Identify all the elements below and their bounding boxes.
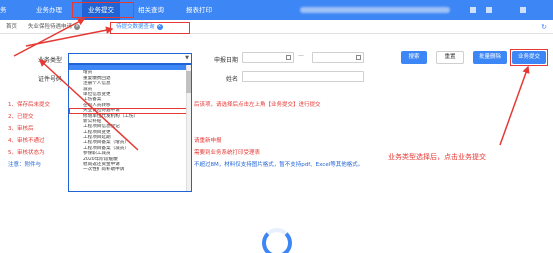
note-4: 4、审核不通过 bbox=[8, 138, 45, 144]
dropdown-option[interactable]: 一次性扩岗补助申请 bbox=[69, 167, 191, 172]
arrow-to-submit bbox=[499, 65, 530, 146]
date-separator: — bbox=[298, 52, 304, 59]
search-button[interactable]: 搜索 bbox=[401, 51, 427, 64]
loading-spinner bbox=[262, 228, 292, 253]
note-5: 5、审核状态为 bbox=[8, 150, 45, 156]
nav-item-related-query[interactable]: 相关查询 bbox=[138, 0, 164, 20]
annotation-box-nav bbox=[72, 2, 134, 18]
nav-logo-fragment: 务 bbox=[0, 6, 7, 14]
note-attention: 注意：附件与 bbox=[8, 162, 42, 168]
nav-icon-3[interactable] bbox=[520, 7, 526, 13]
nav-icon-1[interactable] bbox=[470, 7, 476, 13]
note-1: 1、保存后未提交 bbox=[8, 102, 50, 108]
batch-delete-button[interactable]: 批量删除 bbox=[473, 51, 507, 64]
tab-unemployment-insurance[interactable]: 失业保险待遇申请 × bbox=[28, 22, 81, 32]
note-3: 3、审核后 bbox=[8, 126, 34, 132]
apply-date-end-field[interactable] bbox=[312, 52, 364, 63]
name-field[interactable] bbox=[242, 71, 364, 82]
nav-item-business-handle[interactable]: 业务办理 bbox=[36, 0, 62, 20]
nav-icon-2[interactable] bbox=[486, 7, 492, 13]
business-type-label: 业务类型 bbox=[38, 57, 63, 64]
tab-bar: 首页 失业保险待遇申请 × 待提交数据查询 × ↻ bbox=[0, 20, 553, 34]
annotation-box-submit bbox=[510, 49, 548, 66]
annotation-box-tab bbox=[110, 22, 190, 34]
apply-date-start-field[interactable] bbox=[242, 52, 294, 63]
note-4-tail: 请重新申报 bbox=[194, 138, 222, 144]
note-attention-tail: 不超过8M，材料仅支持图片格式，暂不支持pdf、Excel等其他格式。 bbox=[194, 162, 364, 168]
tab-home[interactable]: 首页 bbox=[6, 22, 17, 32]
apply-date-label: 申报日期 bbox=[214, 57, 239, 64]
calendar-icon bbox=[286, 55, 291, 60]
refresh-icon[interactable]: ↻ bbox=[541, 23, 547, 31]
business-type-dropdown[interactable]: 增员 重复缴费回退 注册个人信息 减员 单位信息变更 工伤备案 在职人员转移 失业保险待遇申请… bbox=[68, 64, 192, 192]
cert-no-label: 证件号码 bbox=[38, 76, 63, 83]
annotation-text: 业务类型选择后，点击业务提交 bbox=[388, 153, 486, 161]
scrollbar-thumb[interactable] bbox=[186, 71, 191, 93]
note-5-tail: 需要到业务系统打印受理表 bbox=[194, 150, 261, 156]
dropdown-list: 增员 重复缴费回退 注册个人信息 减员 单位信息变更 工伤备案 在职人员转移 失业保险待遇申请… bbox=[69, 65, 191, 173]
user-info-blurred bbox=[300, 7, 450, 13]
note-2: 2、已提交 bbox=[8, 114, 34, 120]
close-icon[interactable]: × bbox=[74, 23, 81, 30]
note-1-tail: 后该项，请选择后点击左上角【业务提交】进行提交 bbox=[194, 102, 321, 108]
nav-item-report-print[interactable]: 报表打印 bbox=[186, 0, 212, 20]
chevron-down-icon: ▼ bbox=[185, 55, 189, 61]
reset-button[interactable]: 重置 bbox=[436, 51, 464, 64]
calendar-icon bbox=[356, 55, 361, 60]
name-label: 姓名 bbox=[226, 76, 239, 83]
dropdown-scrollbar[interactable] bbox=[186, 65, 191, 191]
business-type-select[interactable]: ▼ bbox=[68, 53, 192, 64]
